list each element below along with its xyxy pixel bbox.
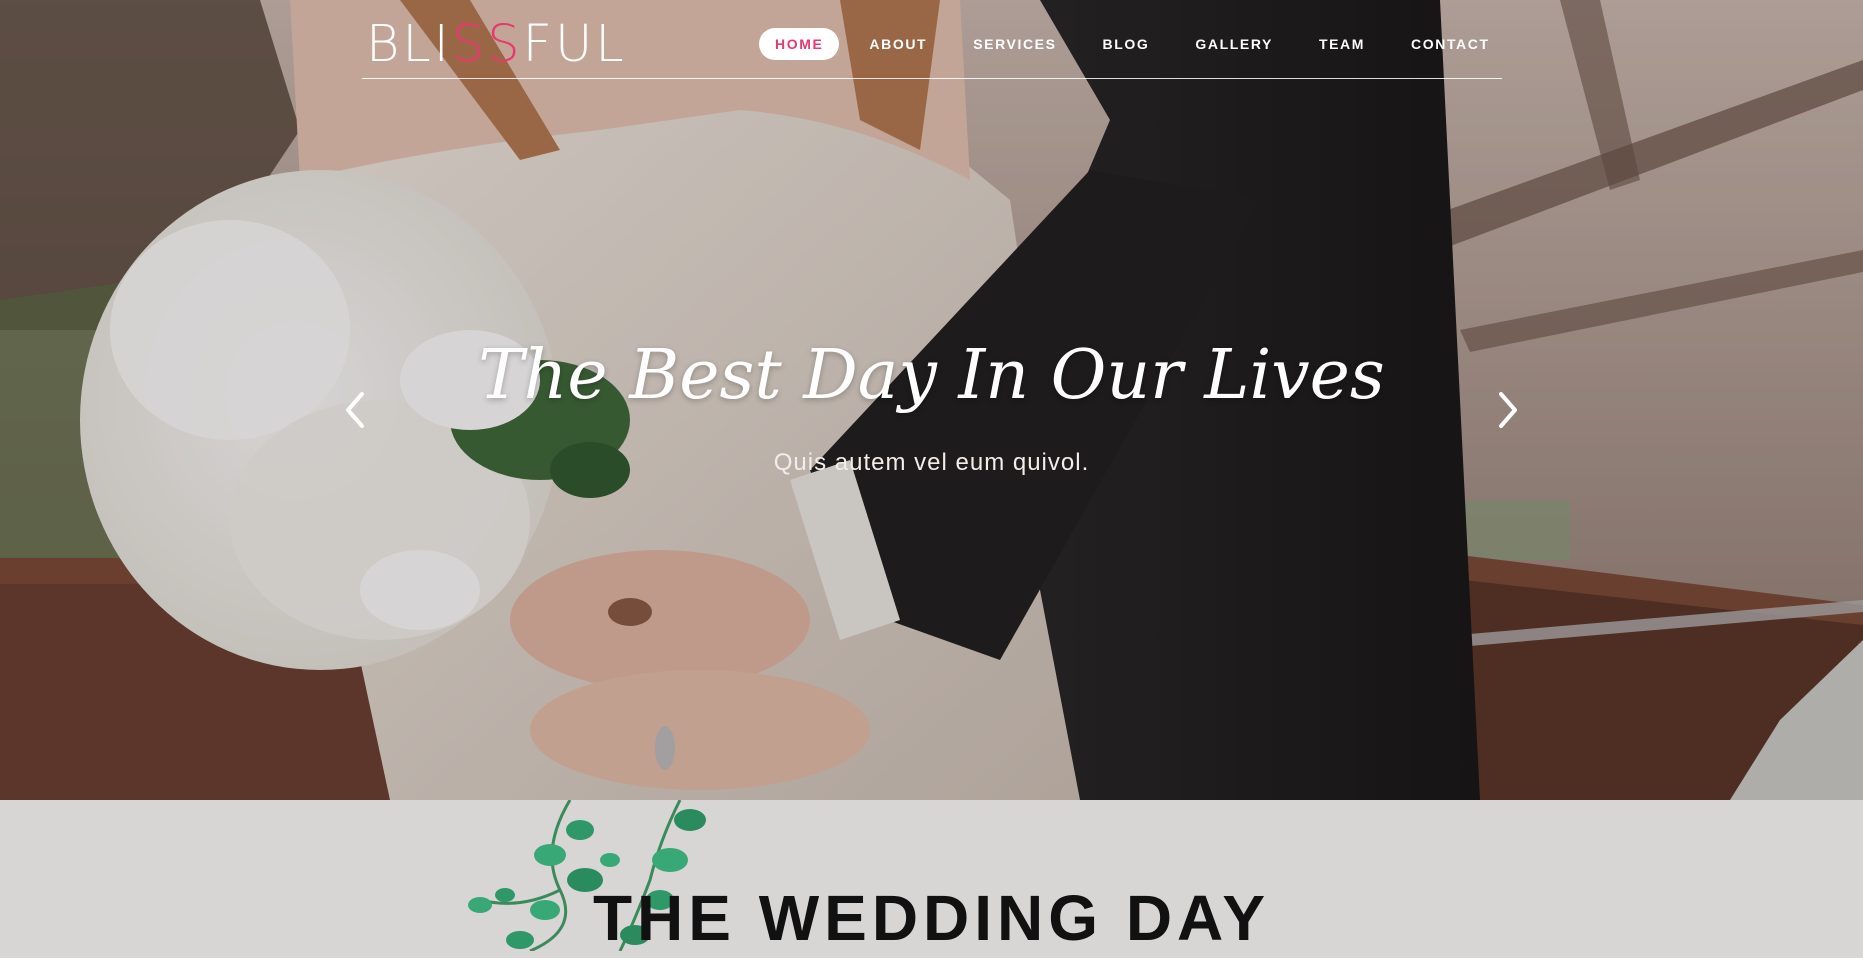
hero-subtitle: Quis autem vel eum quivol.	[773, 449, 1090, 476]
nav-item-services[interactable]: SERVICES	[957, 28, 1072, 60]
nav-item-contact[interactable]: CONTACT	[1395, 28, 1506, 60]
hero-slider: BLISSFUL HOME ABOUT SERVICES BLOG GALLER…	[0, 0, 1863, 800]
nav-item-team[interactable]: TEAM	[1303, 28, 1381, 60]
section-heading: THE WEDDING DAY	[592, 882, 1271, 954]
hero-title: The Best Day In Our Lives	[478, 336, 1385, 415]
nav-item-blog[interactable]: BLOG	[1087, 28, 1166, 60]
nav-item-gallery[interactable]: GALLERY	[1179, 28, 1289, 60]
nav-item-home[interactable]: HOME	[759, 28, 840, 60]
logo-text-accent: SS	[451, 15, 523, 74]
logo-text-start: BLI	[366, 15, 452, 74]
main-nav: HOME ABOUT SERVICES BLOG GALLERY TEAM CO…	[759, 28, 1520, 60]
nav-item-about[interactable]: ABOUT	[853, 28, 943, 60]
site-header: BLISSFUL HOME ABOUT SERVICES BLOG GALLER…	[362, 0, 1502, 79]
site-logo[interactable]: BLISSFUL	[366, 17, 627, 73]
logo-text-end: FUL	[522, 15, 627, 74]
